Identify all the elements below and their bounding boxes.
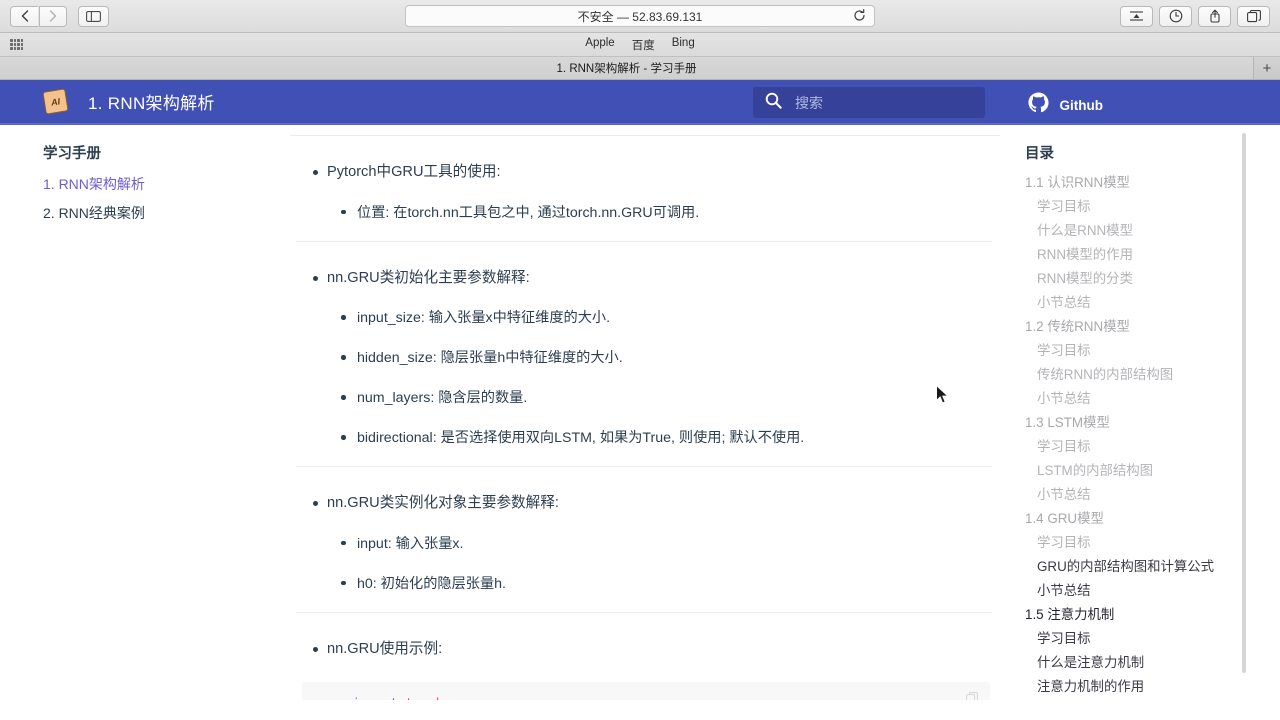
- content-inner: Pytorch中GRU工具的使用: 位置: 在torch.nn工具包之中, 通过…: [290, 161, 1000, 700]
- main-content: Pytorch中GRU工具的使用: 位置: 在torch.nn工具包之中, 通过…: [290, 125, 1000, 700]
- copy-icon[interactable]: [966, 692, 979, 700]
- list-item: 位置: 在torch.nn工具包之中, 通过torch.nn.GRU可调用.: [327, 202, 992, 224]
- reader-icon[interactable]: [1120, 5, 1153, 27]
- section-title: nn.GRU类初始化主要参数解释:: [327, 269, 530, 286]
- browser-tab-active[interactable]: 1. RNN架构解析 - 学习手册: [0, 57, 1254, 79]
- reload-icon[interactable]: [853, 9, 866, 25]
- list-item: nn.GRU类实例化对象主要参数解释: input: 输入张量x. h0: 初始…: [296, 492, 992, 595]
- section-title: nn.GRU类实例化对象主要参数解释:: [327, 495, 559, 512]
- clock-icon[interactable]: [1159, 5, 1192, 27]
- list-item: hidden_size: 隐层张量h中特征维度的大小.: [327, 347, 992, 369]
- toc-item[interactable]: 注意力机制的作用: [1025, 675, 1280, 699]
- list-item: nn.GRU类初始化主要参数解释: input_size: 输入张量x中特征维度…: [296, 267, 992, 450]
- list-item: input: 输入张量x.: [327, 533, 992, 555]
- bookmark-apple[interactable]: Apple: [585, 37, 614, 53]
- code-line: >>> import torch: [322, 694, 974, 700]
- forward-button[interactable]: [39, 5, 67, 27]
- tabs-icon[interactable]: [1237, 5, 1270, 27]
- site-logo-text: AI: [50, 95, 61, 108]
- github-icon: [1027, 91, 1050, 119]
- address-bar-text: 不安全 — 52.83.69.131: [577, 9, 703, 24]
- list-item: nn.GRU使用示例:: [296, 638, 992, 661]
- code-lines: >>> import torch>>> import torch.nn as n…: [322, 694, 974, 700]
- site-logo-icon[interactable]: AI: [42, 88, 69, 115]
- list-item: Pytorch中GRU工具的使用: 位置: 在torch.nn工具包之中, 通过…: [296, 161, 992, 224]
- content-section-1: Pytorch中GRU工具的使用: 位置: 在torch.nn工具包之中, 通过…: [296, 161, 992, 241]
- content-divider-top: [290, 135, 1000, 136]
- section-title: Pytorch中GRU工具的使用:: [327, 164, 501, 180]
- tab-strip: 1. RNN架构解析 - 学习手册 +: [0, 57, 1280, 80]
- sidebar-item-rnn-cases[interactable]: 2. RNN经典案例: [43, 203, 290, 223]
- apps-grid-icon[interactable]: [10, 39, 23, 50]
- site-header: AI 1. RNN架构解析 搜索 Github: [0, 80, 1280, 125]
- share-icon[interactable]: [1198, 5, 1231, 27]
- toc-sidebar: 目录 1.1 认识RNN模型 学习目标 什么是RNN模型 RNN模型的作用 RNN模型的…: [1000, 125, 1280, 700]
- bookmark-baidu[interactable]: 百度: [632, 37, 655, 53]
- list-item: num_layers: 隐含层的数量.: [327, 387, 992, 409]
- sidebar-toggle-button[interactable]: [78, 5, 109, 27]
- bookmark-bing[interactable]: Bing: [672, 37, 695, 53]
- left-sidebar-heading: 学习手册: [43, 146, 101, 162]
- toc-scrollbar[interactable]: [1242, 133, 1246, 673]
- left-sidebar: 学习手册 1. RNN架构解析 2. RNN经典案例: [0, 125, 290, 700]
- search-box[interactable]: 搜索: [753, 87, 985, 118]
- content-section-2: nn.GRU类初始化主要参数解释: input_size: 输入张量x中特征维度…: [296, 267, 992, 467]
- content-section-4: nn.GRU使用示例: >>> import torch>>> import t…: [296, 638, 992, 700]
- toolbar-right-buttons: [1120, 5, 1270, 27]
- bookmarks-bar: Apple 百度 Bing: [0, 33, 1280, 57]
- content-divider: [296, 466, 992, 468]
- section-title: nn.GRU使用示例:: [327, 640, 443, 657]
- address-bar[interactable]: 不安全 — 52.83.69.131: [405, 5, 875, 27]
- new-tab-button[interactable]: +: [1254, 57, 1280, 79]
- content-divider: [296, 611, 992, 613]
- bookmark-links: Apple 百度 Bing: [585, 37, 694, 53]
- list-item: input_size: 输入张量x中特征维度的大小.: [327, 307, 992, 329]
- github-link[interactable]: Github: [1027, 91, 1104, 119]
- browser-chrome: 不安全 — 52.83.69.131 Apple 百度 Bing 1. RNN架…: [0, 0, 1280, 80]
- content-divider: [296, 240, 992, 242]
- navigation-buttons: [10, 5, 109, 27]
- list-item: h0: 初始化的隐层张量h.: [327, 573, 992, 595]
- search-icon: [765, 92, 782, 114]
- search-input[interactable]: 搜索: [795, 93, 823, 113]
- browser-toolbar: 不安全 — 52.83.69.131: [0, 0, 1280, 33]
- page-body: 学习手册 1. RNN架构解析 2. RNN经典案例 Pytorch中GRU工具…: [0, 125, 1280, 700]
- page-title: 1. RNN架构解析: [88, 94, 215, 113]
- github-label: Github: [1059, 97, 1104, 113]
- back-button[interactable]: [10, 5, 38, 27]
- code-block[interactable]: >>> import torch>>> import torch.nn as n…: [302, 682, 990, 700]
- list-item: bidirectional: 是否选择使用双向LSTM, 如果为True, 则使…: [327, 427, 992, 449]
- content-section-3: nn.GRU类实例化对象主要参数解释: input: 输入张量x. h0: 初始…: [296, 492, 992, 612]
- tab-title: 1. RNN架构解析 - 学习手册: [556, 63, 697, 75]
- sidebar-item-rnn-architecture[interactable]: 1. RNN架构解析: [43, 174, 290, 194]
